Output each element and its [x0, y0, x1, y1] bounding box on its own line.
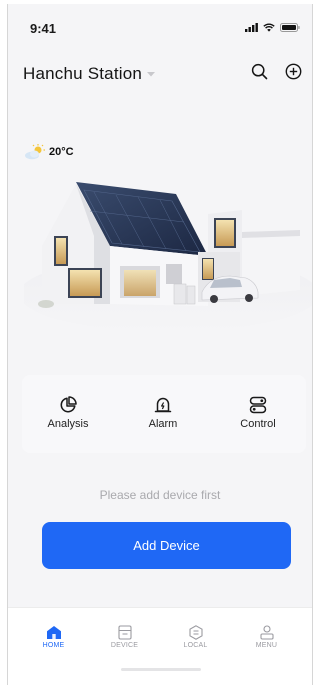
station-title: Hanchu Station	[23, 64, 143, 83]
tab-local-label: LOCAL	[183, 642, 208, 649]
station-selector[interactable]: Hanchu Station	[23, 64, 156, 84]
add-device-button[interactable]: Add Device	[42, 522, 291, 569]
control-button[interactable]: Control	[228, 375, 288, 453]
alarm-icon	[154, 397, 172, 413]
chevron-down-icon	[147, 71, 156, 76]
tab-bar: HOME DEVICE LOCAL MENU	[8, 607, 312, 685]
status-time: 9:41	[30, 21, 57, 36]
empty-state-message: Please add device first	[99, 488, 221, 502]
house-illustration	[24, 182, 312, 332]
tab-menu-label: MENU	[255, 642, 278, 649]
pie-chart-icon	[60, 396, 77, 413]
partly-cloudy-icon	[25, 144, 45, 160]
status-icons	[245, 23, 300, 32]
battery-icon	[280, 23, 300, 32]
tab-device-label: DEVICE	[110, 642, 139, 649]
device-icon	[117, 625, 132, 640]
header: Hanchu Station	[8, 60, 312, 90]
alarm-label: Alarm	[148, 418, 178, 430]
menu-icon	[259, 625, 274, 640]
analysis-button[interactable]: Analysis	[38, 375, 98, 453]
search-icon[interactable]	[251, 63, 268, 80]
alarm-button[interactable]: Alarm	[133, 375, 193, 453]
header-actions	[251, 63, 302, 80]
tab-local[interactable]: LOCAL	[166, 625, 226, 649]
tab-device[interactable]: DEVICE	[95, 625, 155, 649]
wifi-icon	[263, 23, 275, 32]
toggle-icon	[249, 396, 267, 414]
home-icon	[46, 626, 61, 639]
tab-menu[interactable]: MENU	[237, 625, 297, 649]
analysis-label: Analysis	[47, 418, 89, 430]
control-label: Control	[240, 418, 276, 430]
signal-icon	[245, 23, 258, 32]
quick-actions: Analysis Alarm Control	[22, 375, 306, 453]
weather-temperature: 20°C	[49, 146, 74, 158]
add-circle-icon[interactable]	[285, 63, 302, 80]
tab-home[interactable]: HOME	[24, 625, 84, 649]
weather: 20°C	[24, 144, 74, 160]
home-indicator	[121, 668, 201, 671]
local-icon	[188, 625, 203, 640]
tab-home-label: HOME	[42, 642, 65, 649]
status-bar: 9:41	[8, 4, 312, 48]
phone-screen: 9:41 Hanchu Station 20°C Analysis Alarm …	[7, 4, 313, 685]
